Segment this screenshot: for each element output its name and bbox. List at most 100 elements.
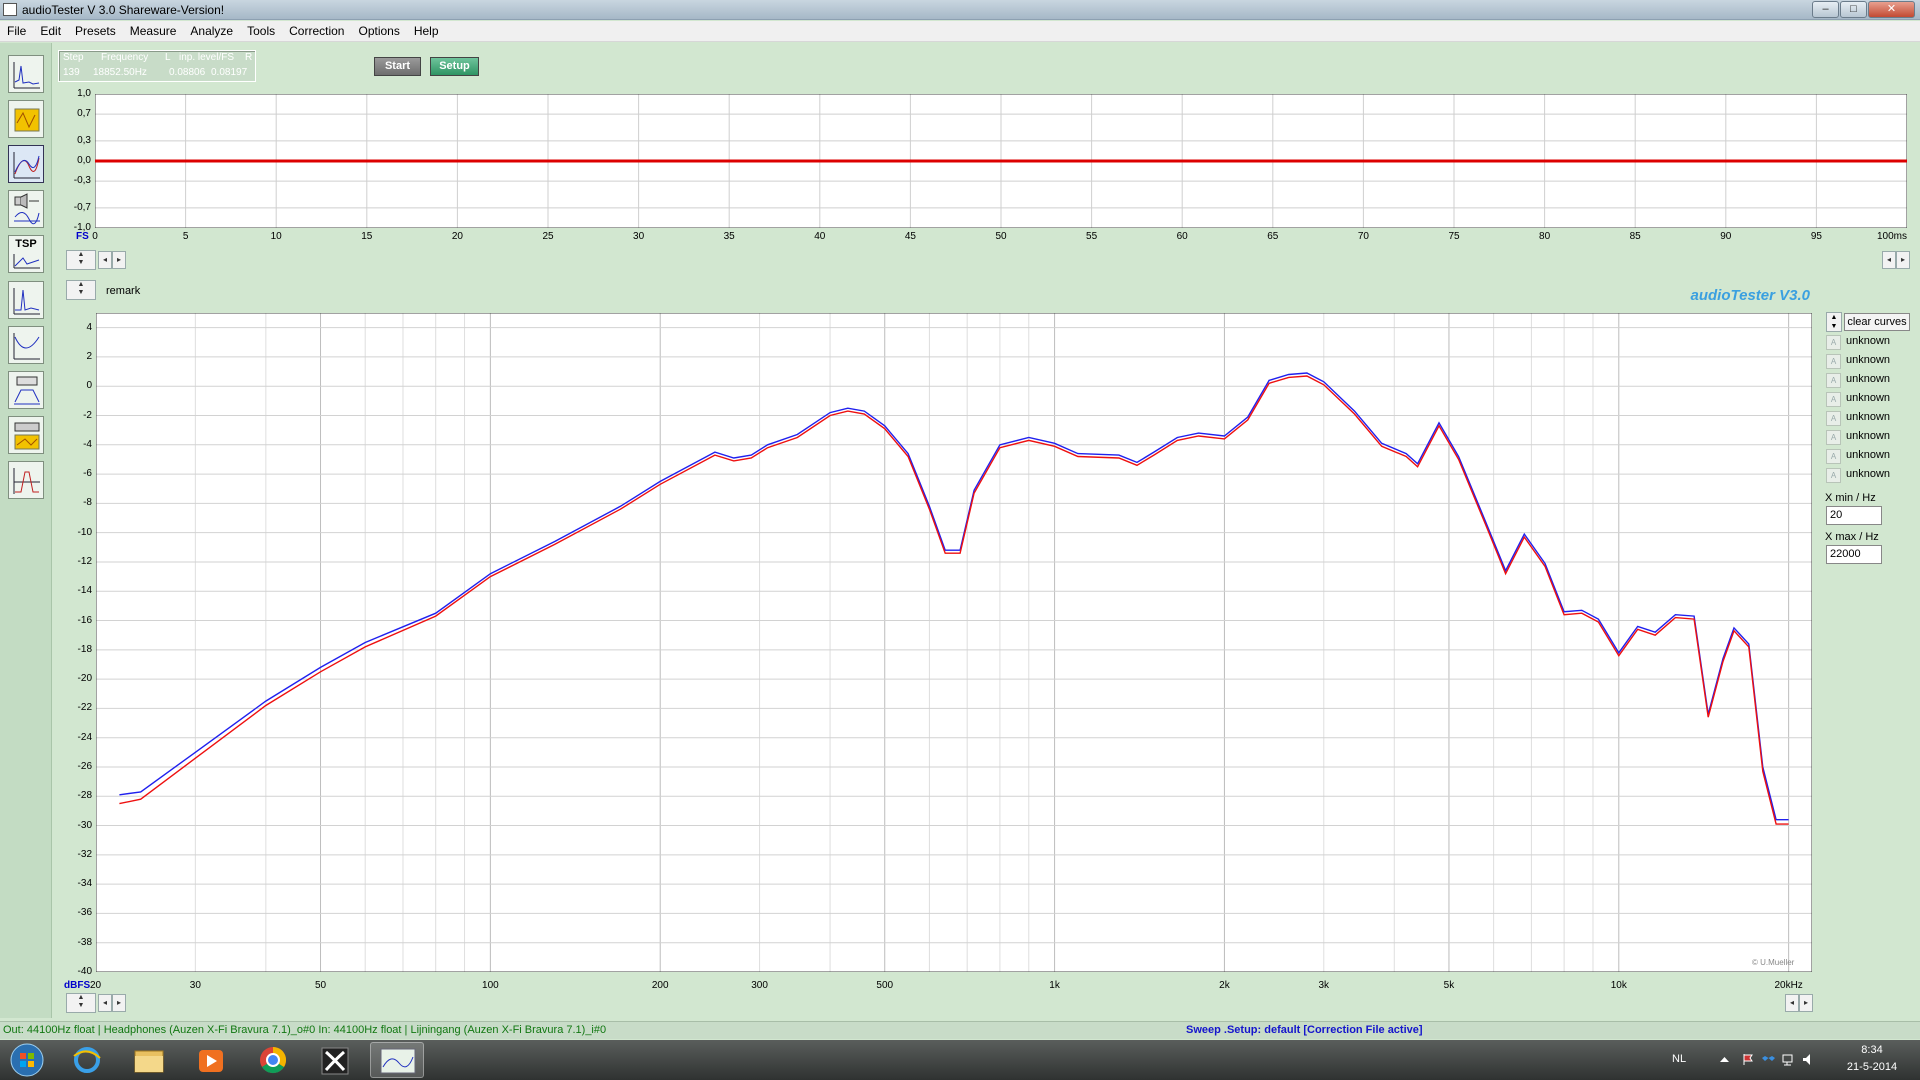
taskbar-ie[interactable]: [60, 1042, 114, 1078]
freq-y-tick-label: 2: [86, 350, 92, 362]
menu-file[interactable]: File: [0, 21, 33, 38]
taskbar-audiotester[interactable]: [370, 1042, 424, 1078]
time-x-tick-label: 70: [1357, 231, 1369, 242]
clear-curves-button[interactable]: clear curves: [1844, 313, 1910, 331]
time-x-tick-label: 30: [633, 231, 645, 242]
time-x-tick-label: 35: [723, 231, 735, 242]
time-scroll-left-end[interactable]: ◂: [1882, 251, 1896, 269]
curve-checkbox[interactable]: A: [1826, 335, 1841, 350]
curve-checkbox[interactable]: A: [1826, 373, 1841, 388]
tool-speaker-button[interactable]: [8, 190, 44, 228]
tool-filter-button[interactable]: [8, 371, 44, 409]
x-app-icon: [321, 1047, 349, 1075]
curve-item[interactable]: Aunknown: [1826, 352, 1916, 370]
media-player-icon: [199, 1050, 223, 1072]
setup-button[interactable]: Setup: [430, 57, 479, 76]
maximize-button[interactable]: □: [1840, 1, 1867, 18]
tray-clock-date[interactable]: 21-5-2014: [1842, 1061, 1902, 1073]
tool-tsp-button[interactable]: TSP: [8, 235, 44, 273]
freq-scroll-right[interactable]: ▸: [112, 994, 126, 1012]
close-button[interactable]: ✕: [1868, 1, 1915, 18]
curve-item[interactable]: Aunknown: [1826, 333, 1916, 351]
tool-sweep-button[interactable]: [8, 145, 44, 183]
tray-clock-time[interactable]: 8:34: [1842, 1044, 1902, 1056]
tray-show-hidden-icon[interactable]: [1718, 1053, 1731, 1066]
curve-label: unknown: [1846, 449, 1891, 461]
taskbar-app-x[interactable]: [308, 1042, 362, 1078]
start-menu-button[interactable]: [0, 1042, 56, 1078]
tsp-curve-icon: [13, 254, 40, 269]
tool-impulse-button[interactable]: [8, 281, 44, 319]
time-x-tick-label: 50: [995, 231, 1007, 242]
taskbar-explorer[interactable]: [122, 1042, 176, 1078]
taskbar-chrome[interactable]: [246, 1042, 300, 1078]
menu-edit[interactable]: Edit: [33, 21, 68, 38]
tool-spectrum-button[interactable]: [8, 55, 44, 93]
tray-flag-icon[interactable]: [1742, 1053, 1755, 1066]
freq-x-tick-label: 5k: [1443, 980, 1455, 991]
time-x-tick-label: 0: [92, 231, 98, 242]
tool-phase-button[interactable]: [8, 461, 44, 499]
menu-help[interactable]: Help: [407, 21, 446, 38]
impulse-icon: [13, 288, 40, 315]
status-step-value: 139: [63, 67, 80, 78]
curve-item[interactable]: Aunknown: [1826, 371, 1916, 389]
curve-checkbox[interactable]: A: [1826, 392, 1841, 407]
chrome-icon: [260, 1046, 287, 1074]
tool-oscilloscope-button[interactable]: [8, 100, 44, 138]
oscilloscope-icon: [14, 108, 40, 132]
time-scroll-left[interactable]: ◂: [98, 251, 112, 269]
curve-checkbox[interactable]: A: [1826, 449, 1841, 464]
curve-item[interactable]: Aunknown: [1826, 390, 1916, 408]
frequency-response-chart: [96, 313, 1812, 972]
time-x-tick-label: 85: [1629, 231, 1641, 242]
tool-record-button[interactable]: [8, 416, 44, 454]
curve-item[interactable]: Aunknown: [1826, 447, 1916, 465]
tool-distortion-button[interactable]: [8, 326, 44, 364]
freq-x-tick-label: 3k: [1318, 980, 1330, 991]
menu-options[interactable]: Options: [351, 21, 406, 38]
curve-label: unknown: [1846, 430, 1891, 442]
copyright-label: © U.Mueller: [1752, 958, 1795, 967]
time-scroll-right-end[interactable]: ▸: [1896, 251, 1910, 269]
curve-item[interactable]: Aunknown: [1826, 466, 1916, 484]
freq-y-tick-label: -12: [77, 555, 92, 567]
freq-scroll-left[interactable]: ◂: [98, 994, 112, 1012]
time-y-tick-label: 1,0: [77, 88, 91, 99]
freq-x-tick-label: 200: [651, 980, 669, 991]
curve-item[interactable]: Aunknown: [1826, 409, 1916, 427]
freq-scroll-right-end[interactable]: ▸: [1799, 994, 1813, 1012]
minimize-button[interactable]: –: [1812, 1, 1839, 18]
menu-analyze[interactable]: Analyze: [183, 21, 240, 38]
tray-dropbox-icon[interactable]: [1762, 1053, 1775, 1066]
time-zoom-spin[interactable]: ▲ ▼: [66, 250, 96, 270]
menu-tools[interactable]: Tools: [240, 21, 282, 38]
xmax-input[interactable]: 22000: [1826, 545, 1882, 564]
taskbar-media-player[interactable]: [184, 1042, 238, 1078]
window-title: audioTester V 3.0 Shareware-Version!: [22, 3, 225, 17]
time-x-tick-label: 90: [1720, 231, 1732, 242]
curves-spin[interactable]: ▲ ▼: [1826, 312, 1842, 332]
curve-checkbox[interactable]: A: [1826, 430, 1841, 445]
curve-checkbox[interactable]: A: [1826, 468, 1841, 483]
start-button[interactable]: Start: [374, 57, 421, 76]
freq-x-tick-label-min: 20: [90, 980, 102, 991]
menu-measure[interactable]: Measure: [123, 21, 184, 38]
phase-icon: [13, 468, 40, 494]
freq-scroll-left-end[interactable]: ◂: [1785, 994, 1799, 1012]
freq-y-tick-label: -24: [77, 731, 92, 743]
freq-y-spin[interactable]: ▲ ▼: [66, 280, 96, 300]
time-x-tick-label: 55: [1086, 231, 1098, 242]
curve-item[interactable]: Aunknown: [1826, 428, 1916, 446]
xmin-input[interactable]: 20: [1826, 506, 1882, 525]
tray-network-icon[interactable]: [1782, 1053, 1795, 1066]
curve-checkbox[interactable]: A: [1826, 411, 1841, 426]
menu-correction[interactable]: Correction: [282, 21, 351, 38]
time-y-tick-label: 0,0: [77, 155, 91, 166]
menu-presets[interactable]: Presets: [68, 21, 123, 38]
tray-language[interactable]: NL: [1672, 1053, 1686, 1065]
freq-zoom-spin[interactable]: ▲ ▼: [66, 993, 96, 1013]
tray-volume-icon[interactable]: [1802, 1053, 1815, 1066]
curve-checkbox[interactable]: A: [1826, 354, 1841, 369]
time-scroll-right[interactable]: ▸: [112, 251, 126, 269]
